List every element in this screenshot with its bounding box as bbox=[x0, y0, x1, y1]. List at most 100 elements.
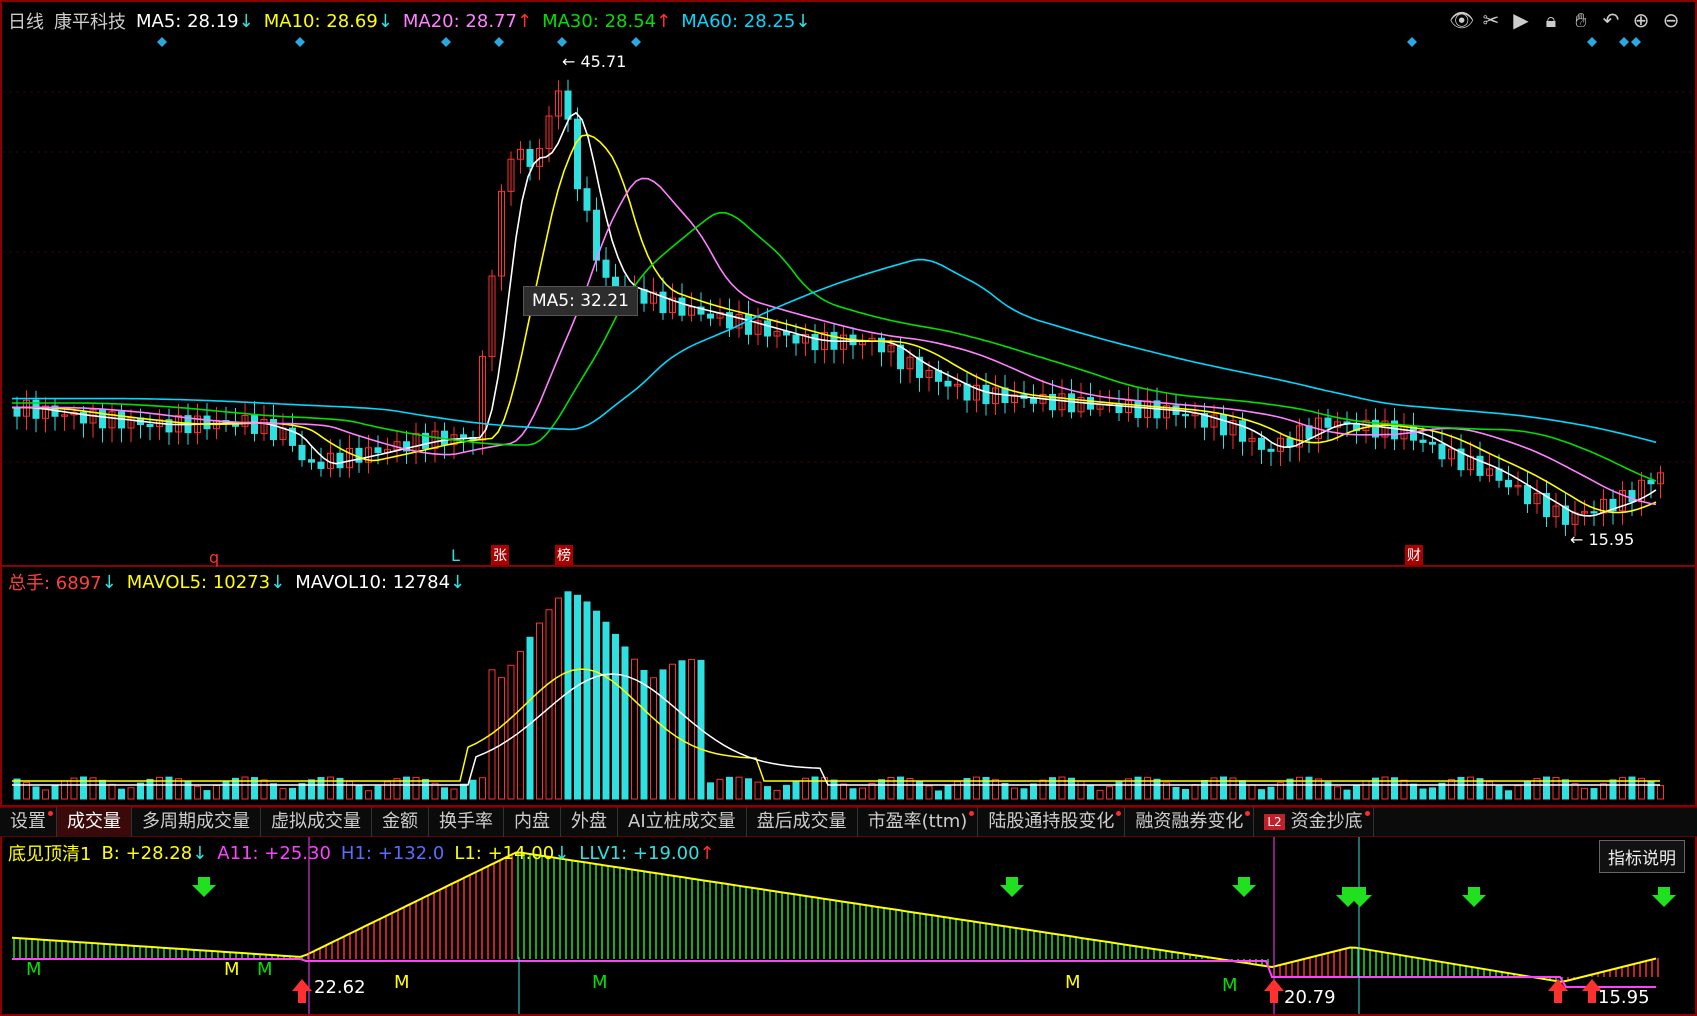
tab-5[interactable]: 换手率 bbox=[429, 807, 504, 837]
volume-chart[interactable] bbox=[2, 567, 1695, 805]
volume-bar bbox=[925, 785, 933, 800]
volume-bar bbox=[108, 783, 116, 800]
volume-bar bbox=[194, 785, 201, 800]
indicator-legend: 底见顶清1 B: +28.28 ↓ A11: +25.30 H1: +132.0 … bbox=[8, 840, 725, 866]
tab-7[interactable]: 外盘 bbox=[561, 807, 618, 837]
down-arrow-icon bbox=[1232, 877, 1256, 897]
volume-bar bbox=[564, 591, 572, 800]
candle-body bbox=[336, 452, 344, 469]
notification-dot bbox=[48, 811, 53, 816]
volume-bar bbox=[346, 780, 353, 800]
eye-icon[interactable]: 👁 bbox=[1449, 8, 1474, 32]
candle-body bbox=[878, 337, 885, 353]
period-label: 日线 bbox=[8, 12, 44, 33]
kline-chart[interactable] bbox=[2, 2, 1695, 565]
mavol5-label: MAVOL5: 10273 bbox=[126, 571, 271, 593]
volume-bar bbox=[1514, 785, 1522, 800]
tab-3[interactable]: 虚拟成交量 bbox=[261, 807, 372, 837]
candle-body bbox=[963, 383, 971, 401]
lock-icon[interactable]: 🔒︎ bbox=[1539, 8, 1563, 32]
tab-8[interactable]: AI立桩成交量 bbox=[618, 807, 747, 837]
candle-body bbox=[640, 289, 648, 304]
volume-bar bbox=[545, 609, 553, 800]
event-mark-q[interactable]: q bbox=[209, 548, 219, 567]
event-mark-cai[interactable]: 财 bbox=[1405, 545, 1423, 565]
volume-bar bbox=[716, 778, 724, 800]
volume-bar bbox=[1267, 786, 1275, 800]
candle-body bbox=[374, 447, 382, 453]
candle-body bbox=[1134, 400, 1142, 418]
candle-body bbox=[745, 313, 752, 335]
volume-bar bbox=[1505, 790, 1512, 800]
candle-body bbox=[1438, 443, 1446, 460]
candle-body bbox=[944, 380, 952, 387]
volume-bar bbox=[726, 776, 733, 800]
volume-bar bbox=[1362, 780, 1370, 800]
total-volume-label: 总手: 6897 bbox=[8, 573, 102, 594]
tab-2[interactable]: 多周期成交量 bbox=[132, 807, 261, 837]
volume-bar bbox=[1020, 788, 1028, 800]
high-price-label: ← 45.71 bbox=[562, 52, 627, 71]
volume-bar bbox=[279, 788, 287, 800]
kline-panel[interactable]: 日线 康平科技 MA5: 28.19↓ MA10: 28.69↓ MA20: 28.… bbox=[0, 0, 1697, 567]
notification-dot bbox=[1116, 811, 1122, 816]
indicator-tab-bar: 设置 成交量 多周期成交量 虚拟成交量 金额 换手率 内盘 外盘 AI立桩成交量 盘后成交量 市盈率… bbox=[0, 807, 1697, 837]
zoom-in-icon[interactable]: ⊕ bbox=[1629, 8, 1653, 32]
event-diamond bbox=[441, 37, 451, 47]
play-icon[interactable]: ▶ bbox=[1509, 8, 1533, 32]
volume-bar bbox=[222, 780, 230, 800]
indicator-panel[interactable]: 底见顶清1 B: +28.28 ↓ A11: +25.30 H1: +132.0 … bbox=[0, 837, 1697, 1016]
volume-bar bbox=[935, 790, 942, 800]
tab-9[interactable]: 盘后成交量 bbox=[747, 807, 858, 837]
tab-12[interactable]: 融资融券变化 bbox=[1125, 807, 1255, 837]
tab-10[interactable]: 市盈率(ttm) bbox=[858, 807, 979, 837]
zoom-out-icon[interactable]: ⊖ bbox=[1659, 8, 1683, 32]
volume-bar bbox=[574, 594, 581, 800]
tab-label: 融资融券变化 bbox=[1135, 811, 1244, 832]
tab-1[interactable]: 成交量 bbox=[57, 807, 132, 837]
candle-body bbox=[1647, 479, 1655, 485]
event-mark-bang[interactable]: 榜 bbox=[555, 545, 573, 565]
volume-bar bbox=[792, 780, 800, 800]
mavol5-line bbox=[12, 668, 1660, 782]
m-marker: M bbox=[1065, 972, 1081, 993]
tab-11[interactable]: 陆股通持股变化 bbox=[978, 807, 1126, 837]
event-mark-l[interactable]: L bbox=[451, 546, 460, 565]
volume-bar bbox=[1201, 780, 1208, 800]
tab-4[interactable]: 金额 bbox=[372, 807, 429, 837]
volume-bar bbox=[754, 781, 762, 800]
volume-bar bbox=[764, 786, 771, 800]
tab-0[interactable]: 设置 bbox=[0, 807, 57, 837]
event-mark-zhang[interactable]: 张 bbox=[491, 545, 509, 565]
indicator-h1: H1: +132.0 bbox=[340, 842, 445, 864]
tab-label: 金额 bbox=[382, 811, 418, 832]
volume-bar bbox=[1657, 785, 1664, 800]
volume-bar bbox=[1239, 780, 1246, 800]
indicator-help-button[interactable]: 指标说明 bbox=[1599, 840, 1685, 873]
event-diamond bbox=[157, 37, 167, 47]
volume-legend: 总手: 6897 ↓ MAVOL5: 10273 ↓ MAVOL10: 12784 ↓ bbox=[8, 569, 475, 595]
tab-13[interactable]: L2 资金抄底 bbox=[1254, 807, 1374, 837]
candle-body bbox=[678, 297, 686, 316]
indicator-l1: L1: +14.00 bbox=[454, 842, 555, 864]
volume-bar bbox=[1524, 780, 1531, 800]
event-diamond bbox=[295, 37, 305, 47]
hand-icon[interactable]: ✋︎ bbox=[1569, 8, 1593, 32]
volume-bar bbox=[707, 782, 714, 800]
volume-bar bbox=[1315, 778, 1322, 800]
volume-bar bbox=[954, 781, 961, 800]
tab-6[interactable]: 内盘 bbox=[504, 807, 561, 837]
candle-body bbox=[982, 384, 990, 405]
volume-bar bbox=[1590, 788, 1598, 800]
candle-body bbox=[13, 406, 21, 417]
volume-panel[interactable]: 总手: 6897 ↓ MAVOL5: 10273 ↓ MAVOL10: 12784 ↓ bbox=[0, 567, 1697, 807]
candle-body bbox=[251, 415, 258, 434]
scissors-icon[interactable]: ✂ bbox=[1479, 8, 1503, 32]
undo-icon[interactable]: ↶ bbox=[1599, 8, 1623, 32]
candle-body bbox=[1286, 437, 1294, 448]
candle-body bbox=[298, 444, 306, 461]
volume-bar bbox=[61, 780, 68, 800]
low-price-label: ← 15.95 bbox=[1570, 530, 1635, 549]
volume-bar bbox=[469, 779, 477, 800]
candle-body bbox=[1068, 393, 1075, 413]
